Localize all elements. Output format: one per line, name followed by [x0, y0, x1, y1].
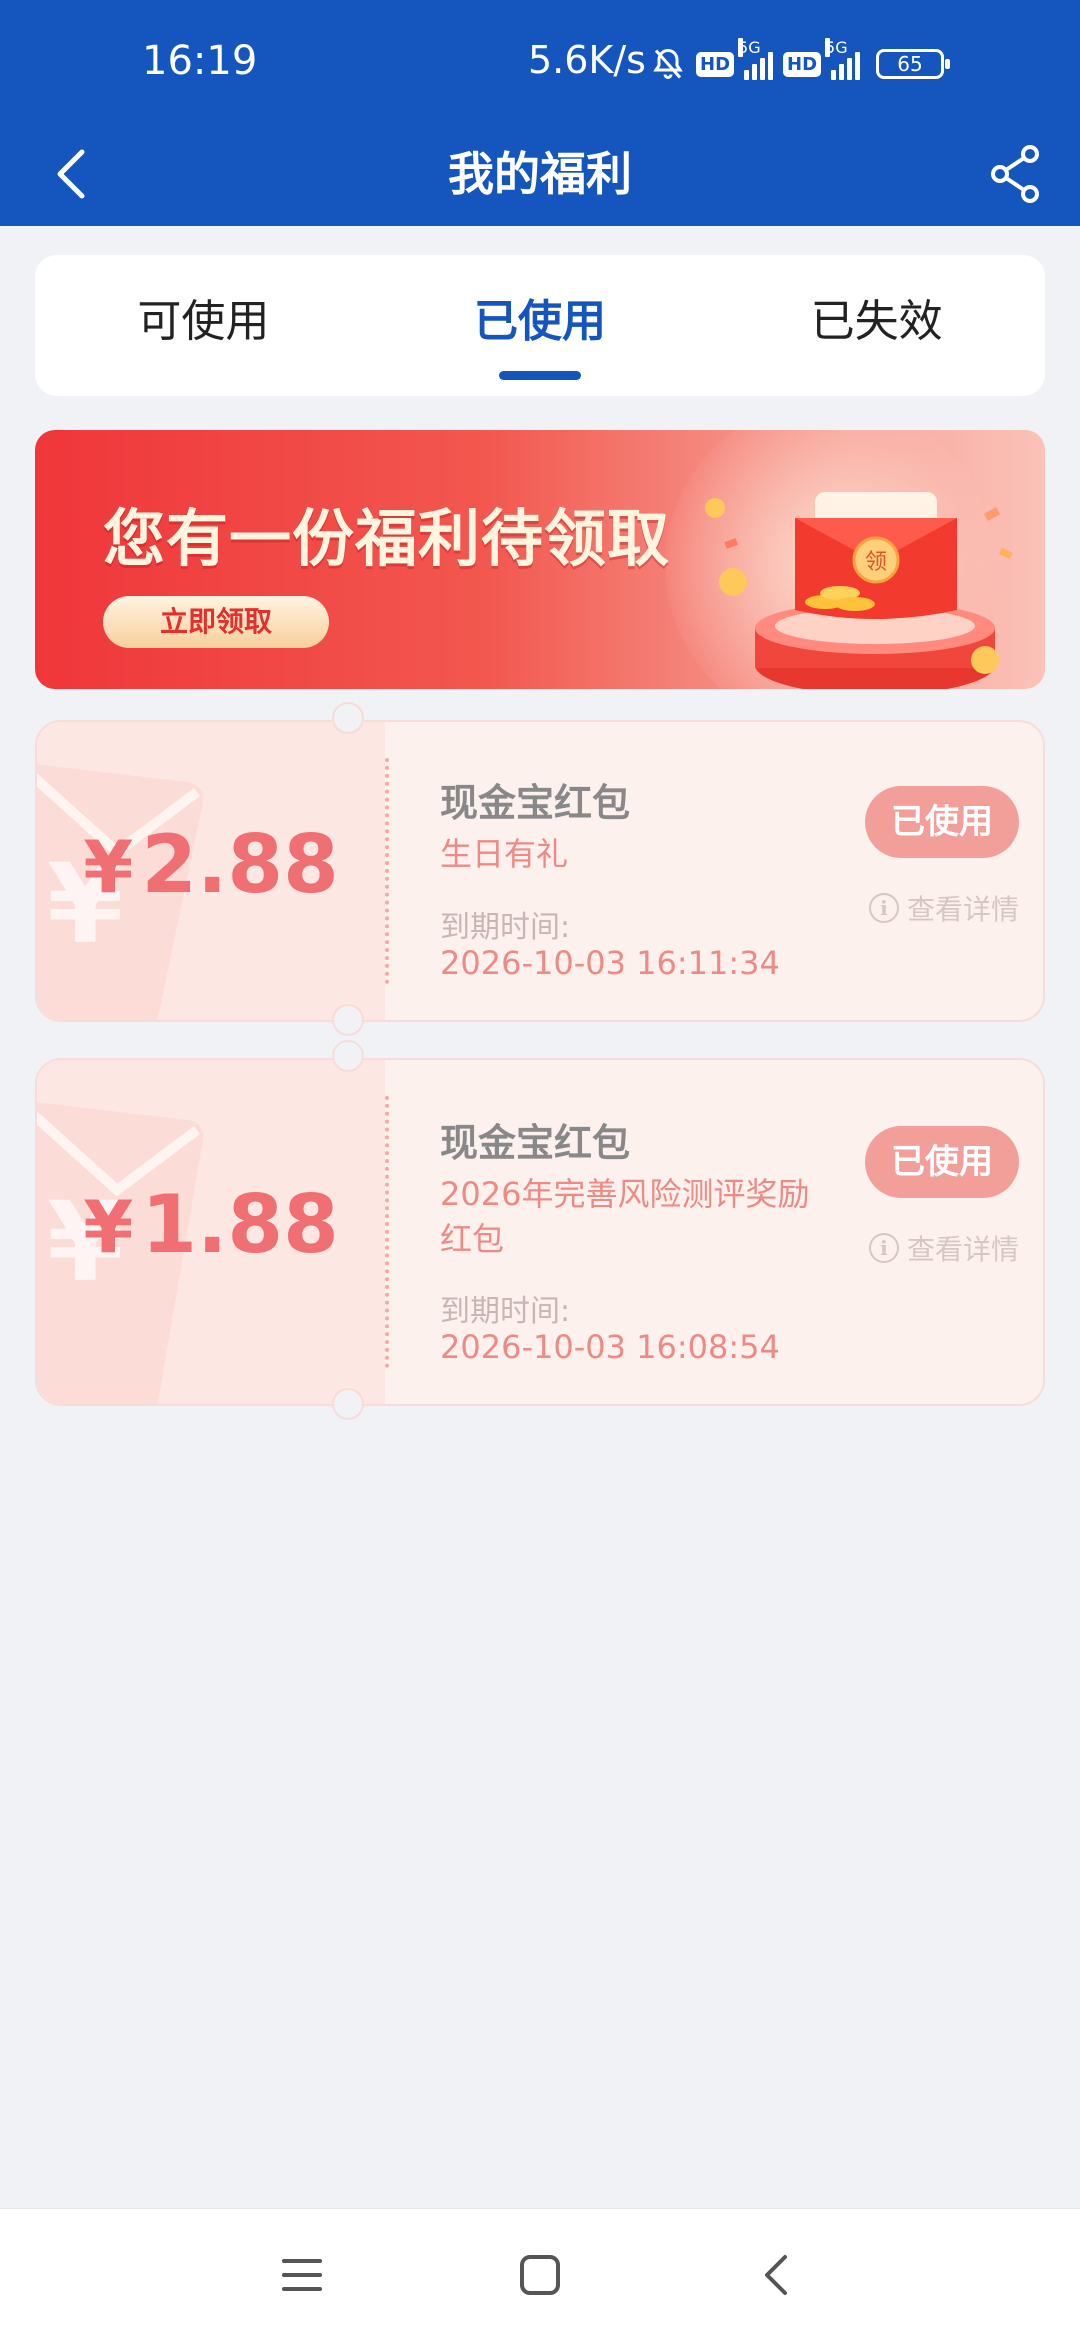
envelope-char: 领	[865, 550, 887, 575]
page-title: 我的福利	[448, 147, 632, 201]
tab-used[interactable]: 已使用	[372, 255, 709, 396]
top-bar: 16:19 5.6K/s HD 5G HD 5G 65 我的福利	[0, 0, 1080, 226]
ticket-notch	[332, 1040, 364, 1072]
bell-muted-icon	[653, 48, 683, 79]
view-details-label: 查看详情	[906, 893, 1019, 926]
info-icon: i	[868, 893, 899, 923]
home-button[interactable]	[504, 2239, 576, 2311]
expiry-time: 2026-10-03 16:08:54	[440, 1328, 780, 1366]
coupon-title: 现金宝红包	[440, 1121, 631, 1165]
view-details-label: 查看详情	[906, 1233, 1019, 1266]
system-back-button[interactable]	[740, 2239, 812, 2311]
coupon-card[interactable]: ¥ ¥2.88 现金宝红包 生日有礼 到期时间: 2026-10-03 16:1…	[35, 720, 1045, 1022]
tab-active-indicator	[499, 371, 581, 380]
currency-symbol: ¥	[83, 1185, 134, 1269]
used-status-button[interactable]: 已使用	[865, 1126, 1019, 1198]
ticket-notch	[332, 1388, 364, 1420]
perforation-line	[385, 758, 389, 984]
network-speed: 5.6K/s	[528, 38, 646, 82]
home-icon	[520, 2255, 560, 2295]
ticket-notch	[332, 1004, 364, 1036]
menu-icon	[282, 2259, 322, 2291]
amount-value: 2.88	[141, 818, 339, 911]
share-icon	[991, 145, 1039, 203]
signal-icon-2: 5G	[825, 38, 861, 80]
tab-available-label: 可使用	[137, 296, 270, 347]
welfare-banner[interactable]: 您有一份福利待领取 立即领取 领	[35, 430, 1045, 689]
expiry-time: 2026-10-03 16:11:34	[440, 944, 780, 982]
battery-icon: 65	[876, 49, 951, 79]
nav-header: 我的福利	[0, 126, 1080, 226]
tab-expired-label: 已失效	[810, 296, 943, 347]
coupon-amount: ¥2.88	[37, 818, 385, 911]
coupon-title: 现金宝红包	[440, 781, 631, 825]
view-details-link[interactable]: i 查看详情	[868, 888, 1019, 928]
coupon-amount: ¥1.88	[37, 1178, 385, 1271]
status-time: 16:19	[142, 38, 258, 84]
tab-expired[interactable]: 已失效	[708, 255, 1045, 396]
tab-bar: 可使用 已使用 已失效	[35, 255, 1045, 396]
claim-now-button[interactable]: 立即领取	[103, 596, 329, 648]
signal-tag-2: 5G	[825, 38, 848, 57]
hd-badge-2: HD	[783, 51, 822, 77]
ticket-notch	[332, 702, 364, 734]
coupon-subtitle: 生日有礼	[440, 835, 569, 873]
amount-value: 1.88	[141, 1178, 339, 1271]
signal-icon-1: 5G	[738, 38, 774, 80]
back-icon	[765, 2255, 787, 2295]
share-button[interactable]	[976, 134, 1056, 214]
tab-available[interactable]: 可使用	[35, 255, 372, 396]
perforation-line	[385, 1096, 389, 1368]
status-icons: HD 5G HD 5G 65	[650, 38, 951, 84]
status-bar: 16:19 5.6K/s HD 5G HD 5G 65	[0, 0, 1080, 126]
coupon-card[interactable]: ¥ ¥1.88 现金宝红包 2026年完善风险测评奖励红包 到期时间: 2026…	[35, 1058, 1045, 1406]
info-icon: i	[868, 1233, 899, 1263]
tab-used-label: 已使用	[474, 296, 606, 347]
coupon-subtitle: 2026年完善风险测评奖励红包	[440, 1175, 810, 1258]
battery-level: 65	[897, 52, 923, 76]
expiry-label: 到期时间:	[440, 1294, 571, 1329]
used-status-button[interactable]: 已使用	[865, 786, 1019, 858]
system-nav-bar	[0, 2208, 1080, 2340]
hd-badge-1: HD	[696, 51, 735, 77]
currency-symbol: ¥	[83, 825, 134, 909]
signal-tag-1: 5G	[738, 38, 761, 57]
banner-title: 您有一份福利待领取	[103, 502, 671, 575]
view-details-link[interactable]: i 查看详情	[868, 1228, 1019, 1268]
red-envelope-illustration: 领	[705, 492, 1013, 689]
menu-button[interactable]	[266, 2239, 338, 2311]
expiry-label: 到期时间:	[440, 910, 571, 945]
